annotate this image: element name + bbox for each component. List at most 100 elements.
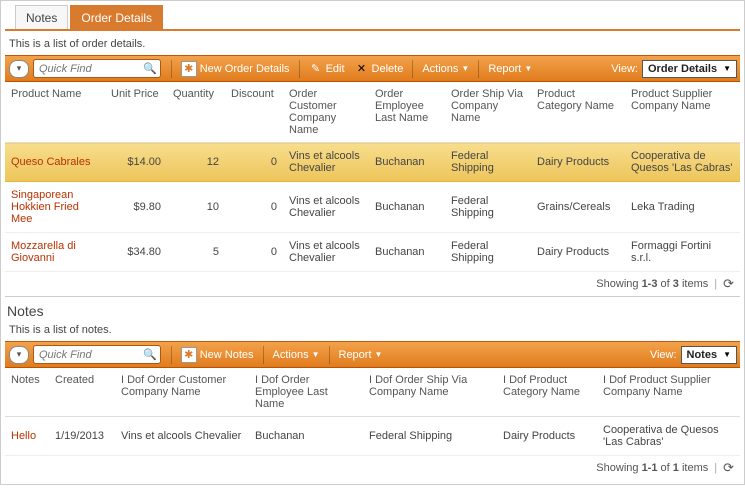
col-supplier[interactable]: Product Supplier Company Name — [625, 82, 740, 143]
table-row[interactable]: Hello1/19/2013Vins et alcools ChevalierB… — [5, 417, 740, 456]
cell-disc: 0 — [225, 143, 283, 182]
notes-subtitle: This is a list of notes. — [5, 321, 740, 341]
table-row[interactable]: Queso Cabrales$14.00120Vins et alcools C… — [5, 143, 740, 182]
report-label: Report — [488, 63, 521, 75]
order-details-subtitle: This is a list of order details. — [5, 35, 740, 55]
grid-header-row: Product Name Unit Price Quantity Discoun… — [5, 82, 740, 143]
cell-cat: Dairy Products — [531, 233, 625, 272]
cell-price: $14.00 — [105, 143, 167, 182]
cell-disc: 0 — [225, 233, 283, 272]
notes-toolbar: ▾ 🔍 ✱ New Notes Actions▼ Report▼ View: N… — [5, 341, 740, 368]
chevron-down-icon: ▼ — [723, 64, 731, 73]
refresh-button[interactable]: ⟳ — [723, 460, 734, 476]
app-frame: { "tabs": {"notes":"Notes","order_detail… — [0, 0, 745, 485]
search-icon[interactable]: 🔍 — [143, 62, 157, 75]
col-category[interactable]: I Dof Product Category Name — [497, 368, 597, 417]
new-icon: ✱ — [181, 347, 197, 363]
order-details-footer: Showing 1-3 of 3 items | ⟳ — [5, 272, 740, 297]
col-quantity[interactable]: Quantity — [167, 82, 225, 143]
edit-icon: ✎ — [309, 62, 323, 76]
footer-text: Showing 1-3 of 3 items — [596, 278, 708, 290]
col-discount[interactable]: Discount — [225, 82, 283, 143]
cell-product[interactable]: Mozzarella di Giovanni — [5, 233, 105, 272]
view-value: Notes — [687, 349, 718, 361]
report-label: Report — [339, 349, 372, 361]
cell-cat: Dairy Products — [497, 417, 597, 456]
cell-price: $34.80 — [105, 233, 167, 272]
view-label: View: — [611, 63, 638, 75]
cell-emp: Buchanan — [369, 233, 445, 272]
chevron-down-icon: ▼ — [375, 350, 383, 359]
quick-find-input[interactable] — [37, 62, 141, 76]
actions-dropdown[interactable]: Actions▼ — [268, 342, 325, 367]
quick-find-box: 🔍 — [33, 345, 161, 364]
cell-disc: 0 — [225, 182, 283, 233]
actions-label: Actions — [273, 349, 309, 361]
cell-product[interactable]: Queso Cabrales — [5, 143, 105, 182]
col-employee[interactable]: Order Employee Last Name — [369, 82, 445, 143]
view-selector[interactable]: Notes ▼ — [681, 346, 737, 364]
cell-emp: Buchanan — [369, 182, 445, 233]
tab-order-details[interactable]: Order Details — [70, 5, 163, 29]
table-row[interactable]: Singaporean Hokkien Fried Mee$9.80100Vin… — [5, 182, 740, 233]
new-order-details-button[interactable]: ✱ New Order Details — [176, 56, 295, 81]
notes-title: Notes — [5, 297, 740, 321]
delete-label: Delete — [372, 63, 404, 75]
quick-find-input[interactable] — [37, 348, 141, 362]
col-product-name[interactable]: Product Name — [5, 82, 105, 143]
col-employee[interactable]: I Dof Order Employee Last Name — [249, 368, 363, 417]
collapse-toggle[interactable]: ▾ — [9, 60, 29, 78]
new-label: New Notes — [200, 349, 254, 361]
col-customer[interactable]: Order Customer Company Name — [283, 82, 369, 143]
collapse-toggle[interactable]: ▾ — [9, 346, 29, 364]
col-notes[interactable]: Notes — [5, 368, 49, 417]
order-details-grid: Product Name Unit Price Quantity Discoun… — [5, 82, 740, 272]
tab-strip: Notes Order Details — [5, 5, 740, 31]
cell-emp: Buchanan — [249, 417, 363, 456]
col-supplier[interactable]: I Dof Product Supplier Company Name — [597, 368, 740, 417]
cell-sup: Leka Trading — [625, 182, 740, 233]
col-shipvia[interactable]: Order Ship Via Company Name — [445, 82, 531, 143]
search-icon[interactable]: 🔍 — [143, 348, 157, 361]
cell-ship: Federal Shipping — [363, 417, 497, 456]
delete-button[interactable]: ✕ Delete — [350, 56, 409, 81]
col-category[interactable]: Product Category Name — [531, 82, 625, 143]
table-row[interactable]: Mozzarella di Giovanni$34.8050Vins et al… — [5, 233, 740, 272]
cell-cust: Vins et alcools Chevalier — [283, 182, 369, 233]
report-dropdown[interactable]: Report▼ — [483, 56, 537, 81]
view-selector[interactable]: Order Details ▼ — [642, 60, 737, 78]
quick-find-box: 🔍 — [33, 59, 161, 78]
new-label: New Order Details — [200, 63, 290, 75]
col-unit-price[interactable]: Unit Price — [105, 82, 167, 143]
notes-grid: Notes Created I Dof Order Customer Compa… — [5, 368, 740, 456]
notes-footer: Showing 1-1 of 1 items | ⟳ — [5, 456, 740, 480]
col-customer[interactable]: I Dof Order Customer Company Name — [115, 368, 249, 417]
report-dropdown[interactable]: Report▼ — [334, 342, 388, 367]
chevron-down-icon: ▼ — [524, 64, 532, 73]
cell-sup: Cooperativa de Quesos 'Las Cabras' — [625, 143, 740, 182]
new-notes-button[interactable]: ✱ New Notes — [176, 342, 259, 367]
tab-notes[interactable]: Notes — [15, 5, 68, 29]
cell-qty: 10 — [167, 182, 225, 233]
actions-dropdown[interactable]: Actions▼ — [417, 56, 474, 81]
edit-button[interactable]: ✎ Edit — [304, 56, 350, 81]
cell-cat: Dairy Products — [531, 143, 625, 182]
delete-icon: ✕ — [355, 62, 369, 76]
cell-note[interactable]: Hello — [5, 417, 49, 456]
cell-cust: Vins et alcools Chevalier — [115, 417, 249, 456]
cell-cust: Vins et alcools Chevalier — [283, 143, 369, 182]
cell-product[interactable]: Singaporean Hokkien Fried Mee — [5, 182, 105, 233]
cell-qty: 12 — [167, 143, 225, 182]
cell-cat: Grains/Cereals — [531, 182, 625, 233]
view-label: View: — [650, 349, 677, 361]
col-created[interactable]: Created — [49, 368, 115, 417]
cell-ship: Federal Shipping — [445, 143, 531, 182]
view-value: Order Details — [648, 63, 717, 75]
cell-created: 1/19/2013 — [49, 417, 115, 456]
col-shipvia[interactable]: I Dof Order Ship Via Company Name — [363, 368, 497, 417]
order-details-toolbar: ▾ 🔍 ✱ New Order Details ✎ Edit ✕ Delete … — [5, 55, 740, 82]
cell-cust: Vins et alcools Chevalier — [283, 233, 369, 272]
grid-header-row: Notes Created I Dof Order Customer Compa… — [5, 368, 740, 417]
refresh-button[interactable]: ⟳ — [723, 276, 734, 292]
cell-price: $9.80 — [105, 182, 167, 233]
